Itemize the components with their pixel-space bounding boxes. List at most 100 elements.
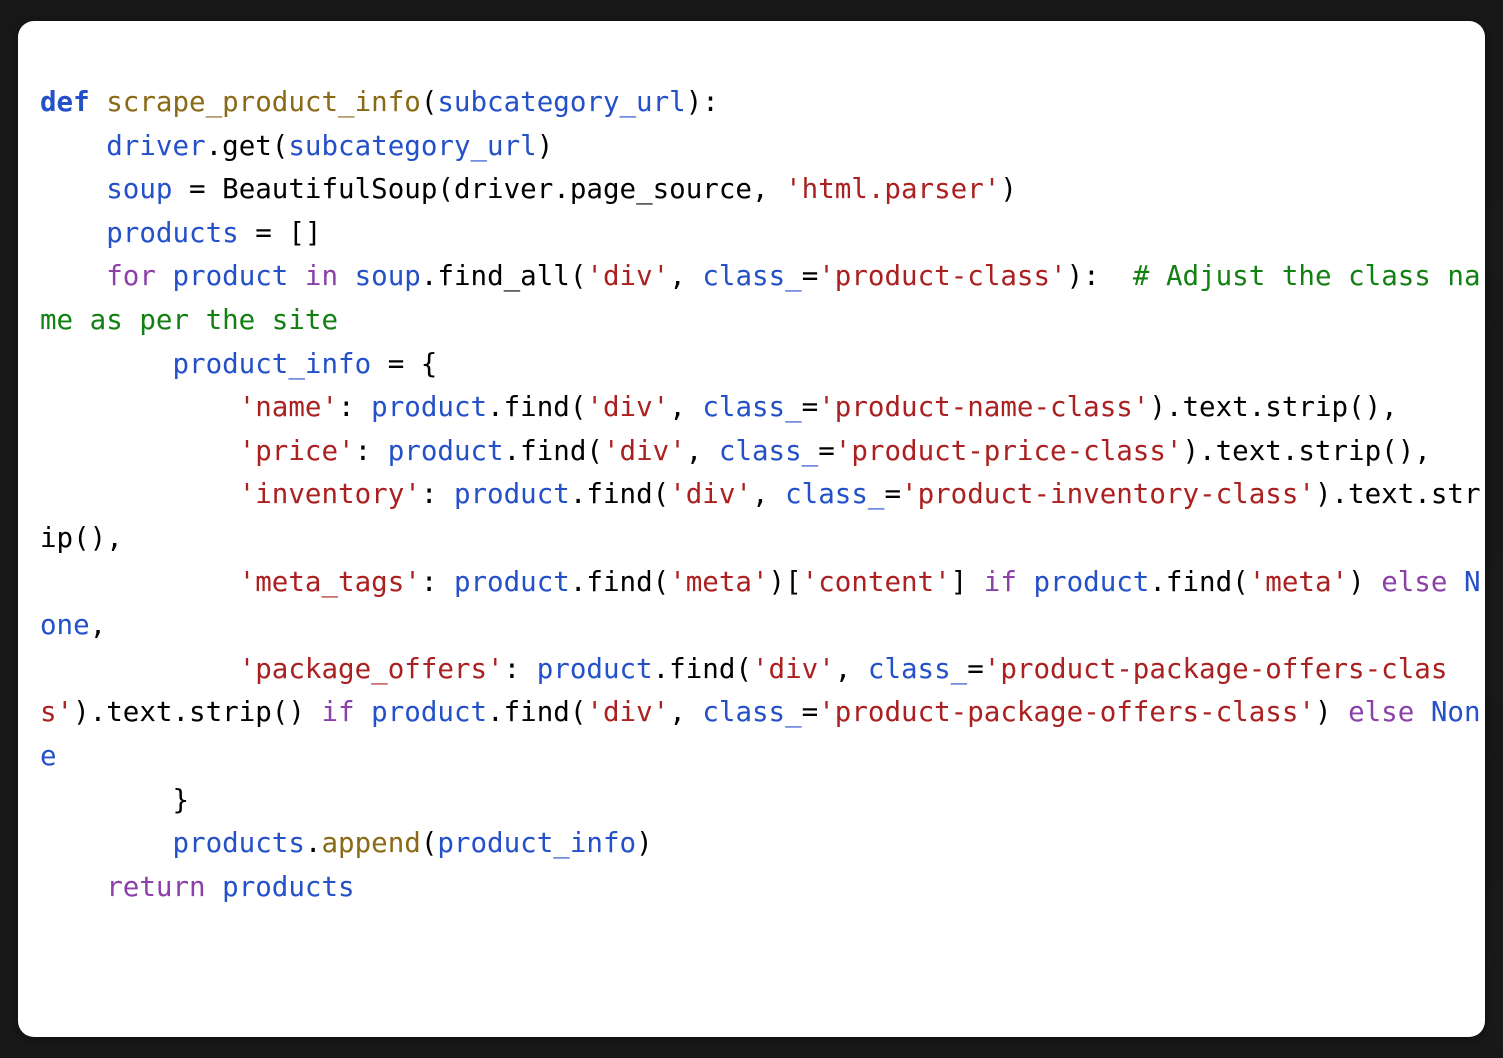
- code-token: append: [321, 827, 421, 860]
- code-token: =: [172, 173, 223, 206]
- code-token: .find(: [487, 391, 587, 424]
- code-line: 'price': product.find('div', class_='pro…: [40, 435, 1431, 467]
- code-token: .find(: [503, 434, 603, 467]
- code-token: (: [420, 86, 438, 118]
- code-token: 'meta_tags': [238, 565, 421, 598]
- code-token: 'product-inventory-class': [901, 478, 1315, 511]
- python-code-block: def scrape_product_info(subcategory_url)…: [18, 21, 1485, 909]
- code-token: :: [354, 434, 388, 467]
- code-line: 'package_offers': product.find('div', cl…: [40, 653, 1481, 772]
- code-token: product: [1033, 565, 1150, 598]
- code-token: 'meta': [1248, 565, 1349, 598]
- code-token: product: [371, 696, 488, 729]
- code-token: 'price': [238, 434, 355, 467]
- code-token: scrape_product_info: [106, 86, 421, 118]
- code-token: driver: [453, 173, 554, 206]
- code-line: 'name': product.find('div', class_='prod…: [40, 391, 1398, 423]
- code-line: return products: [40, 870, 355, 903]
- code-token: ): [1314, 696, 1349, 729]
- code-token: soup: [354, 260, 421, 293]
- code-token: ).text.strip(): [73, 696, 322, 729]
- code-token: :: [420, 478, 454, 511]
- code-token: 'div': [669, 478, 752, 511]
- code-token: soup: [106, 173, 173, 206]
- code-token: 'div': [586, 391, 670, 424]
- code-line: for product in soup.find_all('div', clas…: [40, 260, 1481, 336]
- code-token: .find(: [487, 696, 587, 729]
- code-token: product: [453, 565, 570, 598]
- code-token: ).text.strip(),: [1182, 434, 1431, 467]
- code-token: .find(: [1149, 565, 1249, 598]
- code-token: 'name': [238, 391, 339, 424]
- code-token: =: [801, 260, 819, 293]
- code-token: class_: [702, 696, 802, 729]
- code-line: }: [40, 784, 189, 816]
- code-token: .get(: [205, 129, 289, 162]
- code-line: products = []: [40, 217, 321, 249]
- code-token: driver: [106, 129, 206, 162]
- code-line: products.append(product_info): [40, 827, 653, 860]
- code-token: 'product-package-offers-class': [818, 696, 1315, 729]
- code-token: ,: [751, 478, 786, 511]
- code-token: ).text.strip(),: [1149, 391, 1398, 424]
- code-token: if: [321, 696, 372, 729]
- code-token: 'div': [586, 696, 670, 729]
- code-token: class_: [702, 260, 802, 293]
- code-line: def scrape_product_info(subcategory_url)…: [40, 86, 719, 118]
- code-token: .page_source,: [553, 173, 786, 206]
- code-token: product: [371, 391, 488, 424]
- code-token: products: [222, 870, 355, 903]
- code-token: else: [1381, 565, 1464, 598]
- code-line: driver.get(subcategory_url): [40, 130, 553, 162]
- code-line: product_info = {: [40, 348, 437, 380]
- code-token: (: [437, 173, 454, 206]
- code-token: .find_all(: [420, 260, 587, 293]
- code-token: 'content': [801, 565, 951, 598]
- code-token: ,: [685, 434, 719, 467]
- code-token: ):: [1066, 260, 1133, 293]
- code-token: products: [106, 216, 239, 249]
- code-token: product_info: [172, 347, 372, 380]
- code-token: class_: [718, 434, 819, 467]
- code-token: ]: [950, 565, 984, 598]
- code-token: )[: [768, 565, 802, 598]
- code-token: 'div': [602, 434, 686, 467]
- code-token: class_: [702, 391, 802, 424]
- code-token: in: [288, 260, 355, 293]
- code-token: .find(: [569, 478, 670, 511]
- code-token: class_: [785, 478, 885, 511]
- code-token: :: [420, 565, 454, 598]
- code-line: 'meta_tags': product.find('meta')['conte…: [40, 566, 1481, 642]
- code-token: product: [172, 260, 289, 293]
- code-token: for: [106, 260, 173, 293]
- code-token: 'meta': [669, 565, 769, 598]
- code-token: (: [420, 827, 438, 860]
- code-token: product: [453, 478, 570, 511]
- code-token: product_info: [437, 827, 637, 860]
- code-token: =: [884, 478, 902, 511]
- code-token: if: [983, 565, 1034, 598]
- code-token: =: [801, 696, 819, 729]
- code-token: ,: [834, 652, 868, 685]
- code-token: ,: [669, 260, 703, 293]
- code-token: product: [536, 652, 653, 685]
- code-token: subcategory_url: [288, 129, 537, 162]
- code-token: ): [636, 827, 653, 860]
- code-token: =: [801, 391, 819, 424]
- code-token: .: [304, 827, 322, 860]
- code-token: = []: [238, 216, 322, 249]
- code-token: product: [387, 434, 504, 467]
- code-token: 'product-class': [818, 260, 1067, 293]
- code-token: else: [1348, 696, 1431, 729]
